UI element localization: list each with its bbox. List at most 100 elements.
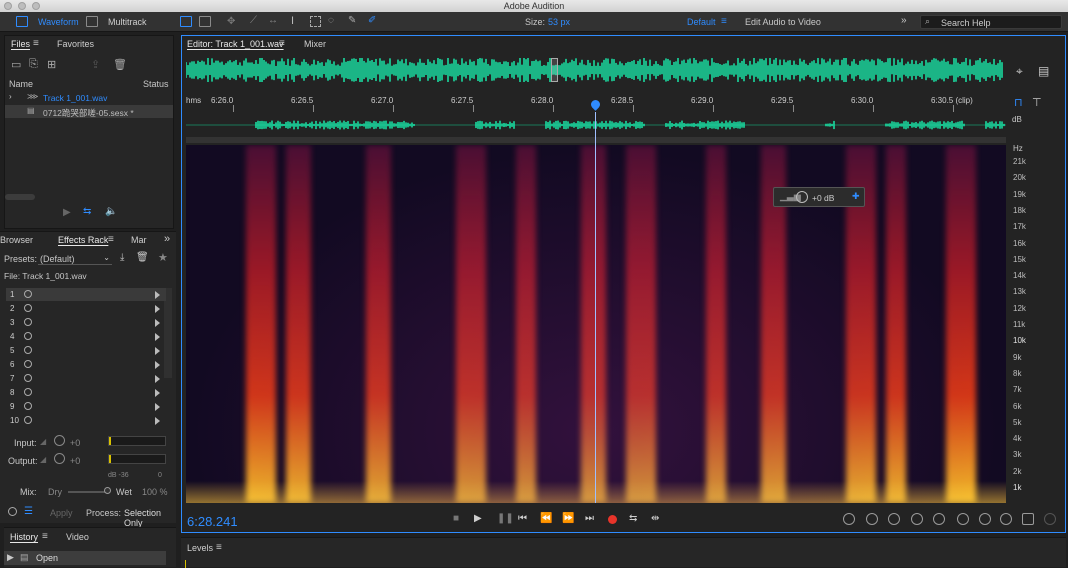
levels-menu-icon[interactable]: ≡ [216,542,222,553]
go-to-start-button[interactable]: ⏮ [518,513,527,524]
delete-file-icon[interactable]: 🗑 [113,58,127,71]
volume-hud[interactable]: ▁▃▅ +0 dB ✚ [773,187,865,207]
zoom-out-full-icon[interactable] [933,513,945,525]
move-tool-icon[interactable]: ✥ [227,16,235,27]
slot-arrow-icon[interactable] [155,291,160,299]
power-icon[interactable] [24,360,32,368]
history-menu-icon[interactable]: ≡ [42,531,48,542]
amplitude-waveform[interactable] [186,115,1006,135]
power-icon[interactable] [24,346,32,354]
multitrack-view-button[interactable]: Multitrack [84,14,150,30]
delete-preset-icon[interactable]: 🗑 [136,252,149,263]
zoom-to-selection-transport-icon[interactable] [1000,513,1012,525]
effect-slot[interactable]: 8 [6,386,166,399]
tab-history[interactable]: History [10,529,38,545]
effect-slot[interactable]: 9 [6,400,166,413]
output-knob[interactable] [54,453,65,464]
tab-editor[interactable]: Editor: Track 1_001.wav [187,36,284,52]
zoom-history-icon[interactable] [1022,513,1034,525]
effects-menu-icon[interactable]: ≡ [108,234,114,245]
list-view-icon[interactable]: ☰ [24,506,33,517]
insert-file-icon[interactable]: ⇪ [91,58,100,71]
tab-mixer[interactable]: Mixer [304,36,326,52]
slot-arrow-icon[interactable] [155,361,160,369]
overflow-chevron-icon[interactable]: » [901,15,907,26]
files-scrollbar[interactable] [5,194,35,200]
volume-icon[interactable]: 🔈 [105,206,117,217]
power-icon[interactable] [24,318,32,326]
power-icon[interactable] [24,388,32,396]
file-item-track[interactable]: › ⋙ Track 1_001.wav [5,91,173,104]
master-power-icon[interactable] [8,507,17,516]
time-selection-tool-icon[interactable]: I [291,15,294,27]
tab-files[interactable]: Files [11,36,30,52]
zoom-reset-icon[interactable] [1044,513,1056,525]
zoom-out-time-icon[interactable] [911,513,923,525]
record-button[interactable] [608,515,617,524]
effect-slot[interactable]: 1 [6,288,166,301]
mix-slider[interactable] [68,491,108,493]
snap-magnet-icon[interactable]: ⊓ [1014,96,1023,109]
tab-favorites[interactable]: Favorites [57,36,94,52]
power-icon[interactable] [24,290,32,298]
slot-arrow-icon[interactable] [155,389,160,397]
current-time-display[interactable]: 6:28.241 [187,514,238,529]
go-to-end-button[interactable]: ⏭ [585,513,594,524]
presets-dropdown[interactable]: (Default) ⌄ [38,251,112,265]
zoom-window-button[interactable] [32,2,40,10]
effect-slot[interactable]: 2 [6,302,166,315]
slot-arrow-icon[interactable] [155,347,160,355]
search-help-input[interactable]: ⌕ Search Help [920,15,1062,29]
stop-button[interactable]: ■ [453,513,459,524]
power-icon[interactable] [24,402,32,410]
workspace-edit-audio-to-video[interactable]: Edit Audio to Video [745,17,821,27]
slot-arrow-icon[interactable] [155,375,160,383]
lane-splitter[interactable] [186,137,1006,143]
tab-media-browser[interactable]: Browser [0,232,33,248]
apply-button[interactable]: Apply [50,508,73,518]
effect-slot[interactable]: 3 [6,316,166,329]
lasso-tool-icon[interactable]: ◌ [328,15,334,26]
effect-slot[interactable]: 7 [6,372,166,385]
favorite-star-icon[interactable]: ★ [158,251,168,264]
brush-tool-icon[interactable]: ✎ [348,15,356,26]
tab-markers[interactable]: Mar [131,232,147,248]
effect-slot[interactable]: 4 [6,330,166,343]
pin-icon[interactable]: ⊤ [1032,96,1042,109]
tab-video[interactable]: Video [66,529,89,545]
play-button[interactable]: ▶ [474,513,482,524]
open-file-icon[interactable]: ▭ [11,58,21,71]
loop-playback-button[interactable]: ⇆ [629,513,637,524]
loop-preview-icon[interactable]: ⇆ [83,206,91,217]
expand-chevron-icon[interactable]: › [9,92,12,101]
slot-arrow-icon[interactable] [155,333,160,341]
fast-forward-button[interactable]: ⏩ [562,513,574,524]
skip-selection-button[interactable]: ⇹ [651,513,659,524]
waveform-view-button[interactable]: Waveform [14,14,79,30]
zoom-in-time-icon[interactable] [888,513,900,525]
slot-arrow-icon[interactable] [155,417,160,425]
rewind-button[interactable]: ⏪ [540,513,552,524]
overview-waveform[interactable] [186,58,1006,82]
pause-button[interactable]: ❚❚ [497,513,514,524]
minimize-window-button[interactable] [18,2,26,10]
zoom-to-selection-icon[interactable]: ⌖ [1016,64,1023,79]
slot-arrow-icon[interactable] [155,403,160,411]
new-file-icon[interactable]: ⊞ [47,58,56,71]
import-file-icon[interactable]: ⎘ [29,58,38,71]
spectral-frequency-icon[interactable] [180,16,192,27]
power-icon[interactable] [24,374,32,382]
size-value[interactable]: 53 px [548,17,570,27]
zoom-in-point-out-icon[interactable] [979,513,991,525]
slip-tool-icon[interactable]: ↔ [268,15,278,26]
layout-toggle-icon[interactable]: ▤ [1038,64,1049,78]
razor-tool-icon[interactable]: ⟋ [250,15,257,26]
spot-healing-tool-icon[interactable]: ✐ [368,15,376,26]
power-icon[interactable] [24,304,32,312]
input-knob[interactable] [54,435,65,446]
play-preview-icon[interactable]: ▶ [63,207,71,218]
power-icon[interactable] [24,332,32,340]
effect-slot[interactable]: 10 [6,414,166,427]
workspace-menu-icon[interactable]: ≡ [721,16,727,27]
hud-volume-knob[interactable] [796,191,808,203]
